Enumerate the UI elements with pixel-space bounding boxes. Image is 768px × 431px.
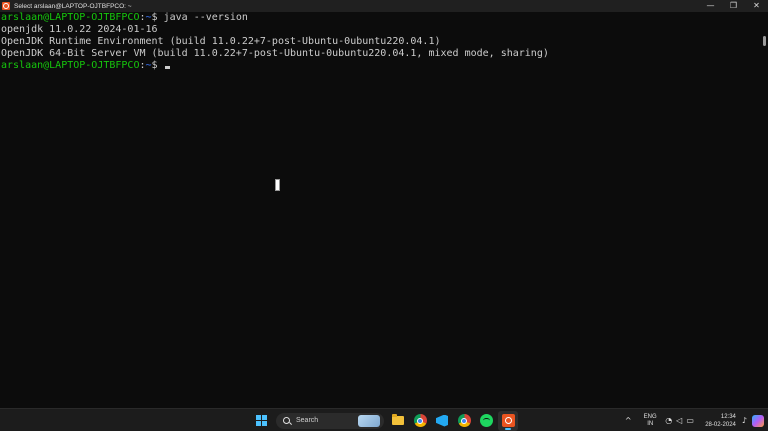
maximize-button[interactable]: ❐ — [722, 0, 745, 12]
chrome-icon — [413, 414, 427, 427]
clock-time: 12:34 — [720, 413, 736, 420]
spotify-button[interactable] — [476, 411, 496, 431]
search-placeholder: Search — [296, 417, 319, 424]
text-cursor — [164, 66, 170, 69]
taskbar: Search ^ ENG IN ◔ ◁ ▭ 12:34 28-02-2024 ♪ — [0, 408, 768, 431]
vscode-icon — [436, 414, 448, 427]
taskbar-apps: Search — [251, 409, 520, 431]
vscode-button[interactable] — [432, 411, 452, 431]
ubuntu-app-icon — [2, 2, 10, 10]
terminal-line: arslaan@LAPTOP-OJTBFPCO:~$ java --versio… — [1, 12, 760, 24]
terminal-scrollbar[interactable] — [763, 36, 766, 46]
terminal-output-line: openjdk 11.0.22 2024-01-16 — [1, 24, 158, 35]
taskbar-search[interactable]: Search — [276, 412, 384, 429]
ubuntu-terminal-button[interactable] — [498, 410, 518, 431]
quick-settings[interactable]: ◔ ◁ ▭ — [665, 416, 694, 425]
folder-icon — [392, 414, 404, 425]
notification-bell-icon[interactable]: ♪ — [742, 416, 747, 425]
chrome-button[interactable] — [410, 411, 430, 431]
windows-logo-icon — [255, 415, 267, 426]
terminal-output-line: OpenJDK Runtime Environment (build 11.0.… — [1, 36, 441, 47]
prompt-user: arslaan@LAPTOP-OJTBFPCO — [1, 60, 140, 71]
language-indicator[interactable]: ENG IN — [639, 414, 661, 428]
prompt-symbol: $ — [151, 60, 164, 71]
clock-date: 28-02-2024 — [705, 421, 736, 428]
close-button[interactable]: ✕ — [745, 0, 768, 12]
language-code: ENG — [643, 413, 657, 420]
start-button[interactable] — [251, 411, 271, 431]
chrome-profile-icon — [457, 414, 471, 427]
file-explorer-button[interactable] — [388, 411, 408, 431]
copilot-icon[interactable] — [752, 414, 764, 427]
prompt-user: arslaan@LAPTOP-OJTBFPCO — [1, 12, 140, 23]
wifi-icon: ◔ — [665, 416, 673, 425]
window-titlebar[interactable]: Select arslaan@LAPTOP-OJTBFPCO: ~ — ❐ ✕ — [0, 0, 768, 12]
terminal-area[interactable]: arslaan@LAPTOP-OJTBFPCO:~$ java --versio… — [0, 12, 760, 408]
chrome-profile-button[interactable] — [454, 411, 474, 431]
region-code: IN — [647, 420, 654, 427]
search-icon — [283, 417, 290, 424]
tray-chevron-up-icon[interactable]: ^ — [621, 416, 635, 425]
clock[interactable]: 12:34 28-02-2024 — [700, 413, 736, 429]
battery-icon: ▭ — [686, 416, 694, 425]
volume-icon: ◁ — [676, 416, 683, 425]
mouse-text-cursor-icon — [275, 179, 280, 191]
active-indicator — [505, 427, 511, 430]
terminal-line: arslaan@LAPTOP-OJTBFPCO:~$ — [1, 60, 760, 72]
window-title: Select arslaan@LAPTOP-OJTBFPCO: ~ — [14, 2, 132, 10]
window-controls: — ❐ ✕ — [699, 0, 768, 12]
minimize-button[interactable]: — — [699, 0, 722, 12]
search-highlight-icon — [358, 414, 380, 427]
system-tray: ^ ENG IN ◔ ◁ ▭ 12:34 28-02-2024 ♪ — [621, 409, 768, 431]
prompt-symbol: $ — [151, 12, 164, 23]
spotify-icon — [479, 414, 493, 427]
command-text: java --version — [163, 12, 248, 23]
terminal-output-line: OpenJDK 64-Bit Server VM (build 11.0.22+… — [1, 48, 549, 59]
ubuntu-terminal-icon — [501, 414, 515, 427]
